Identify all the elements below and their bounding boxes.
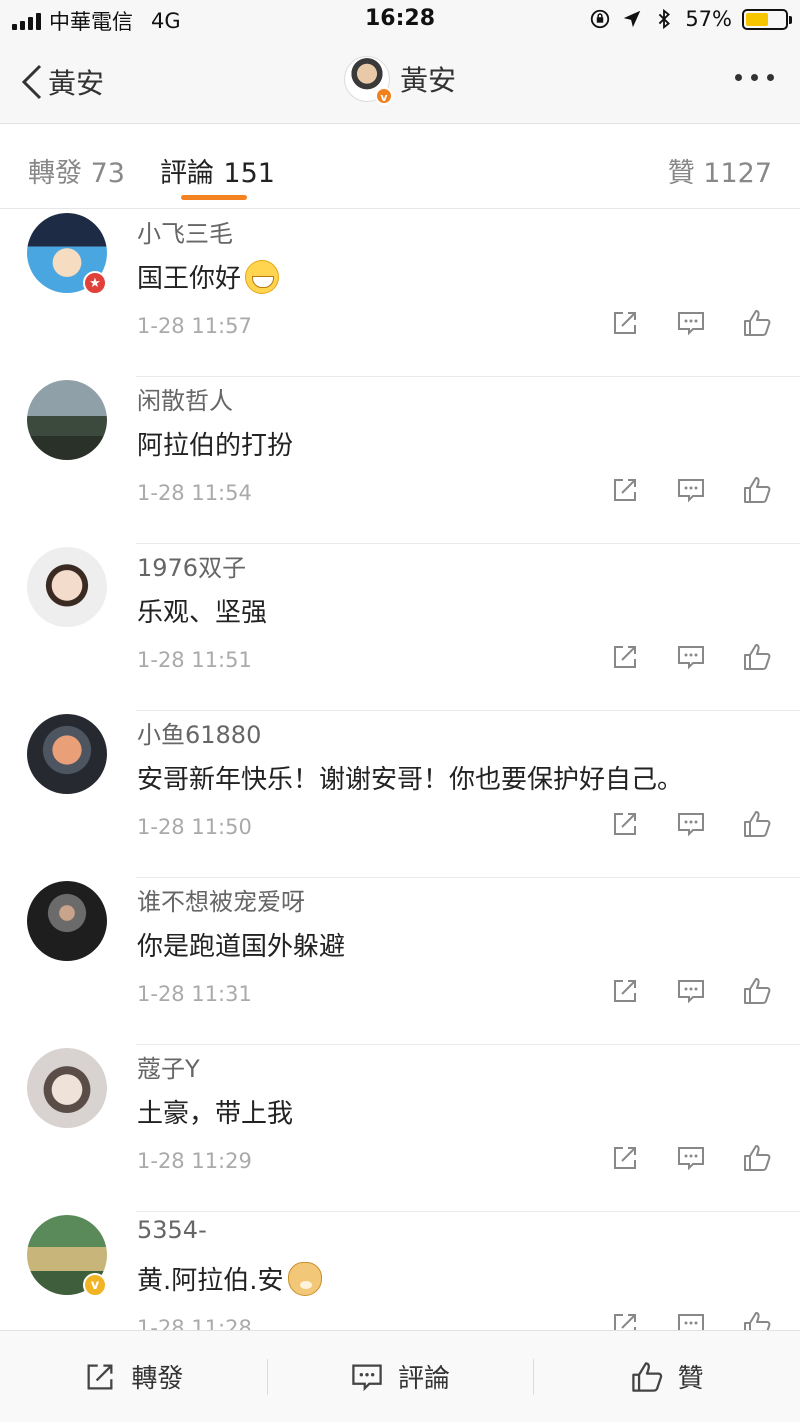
tab-reposts[interactable]: 轉發 73 bbox=[28, 151, 125, 190]
comment-username[interactable]: 小飞三毛 bbox=[137, 214, 233, 249]
bluetooth-icon bbox=[659, 8, 671, 30]
comment-label: 評論 bbox=[398, 1364, 451, 1394]
nav-bar: 黃安 v 黃安 bbox=[0, 40, 800, 124]
reply-icon[interactable] bbox=[676, 976, 706, 1006]
reply-icon[interactable] bbox=[676, 308, 706, 338]
tab-comments-label: 評論 bbox=[160, 158, 214, 189]
comment-text: 土豪，带上我 bbox=[137, 1099, 294, 1129]
user-avatar[interactable]: ★ bbox=[27, 213, 107, 295]
comment-username[interactable]: 5354- bbox=[137, 1216, 207, 1244]
doge-emoji-icon bbox=[287, 1261, 322, 1296]
reply-icon[interactable] bbox=[676, 1310, 706, 1330]
repost-icon[interactable] bbox=[610, 809, 640, 839]
comment-item: 1976双子 乐观、坚强 1-28 11:51 bbox=[0, 544, 800, 711]
comment-text: 阿拉伯的打扮 bbox=[137, 431, 294, 461]
comment-text: 国王你好 bbox=[137, 264, 242, 294]
like-button[interactable]: 贊 bbox=[533, 1331, 800, 1422]
comment-icon bbox=[352, 1364, 382, 1391]
verified-icon: v bbox=[83, 1273, 107, 1297]
page-title: 黃安 bbox=[399, 64, 456, 97]
like-icon[interactable] bbox=[742, 976, 772, 1006]
user-avatar[interactable] bbox=[27, 881, 107, 961]
comment-text: 乐观、坚强 bbox=[137, 598, 268, 628]
like-icon[interactable] bbox=[742, 1310, 772, 1330]
repost-label: 轉發 bbox=[131, 1364, 184, 1394]
comment-time: 1-28 11:50 bbox=[137, 815, 252, 839]
comment-text: 安哥新年快乐！谢谢安哥！你也要保护好自己。 bbox=[137, 765, 684, 795]
repost-icon[interactable] bbox=[610, 308, 640, 338]
user-avatar[interactable] bbox=[27, 547, 107, 627]
battery-icon bbox=[742, 8, 792, 30]
member-badge-icon: ★ bbox=[83, 271, 107, 295]
comment-item: ★ 小飞三毛 国王你好 1-28 11:57 bbox=[0, 210, 800, 377]
tab-bar: 轉發 73 評論 151 贊 1127 bbox=[0, 125, 800, 209]
tab-comments[interactable]: 評論 151 bbox=[160, 151, 275, 190]
more-options-icon[interactable] bbox=[735, 74, 774, 81]
user-avatar[interactable]: v bbox=[27, 1215, 107, 1297]
repost-icon[interactable] bbox=[610, 1310, 640, 1330]
reply-icon[interactable] bbox=[676, 809, 706, 839]
verified-icon: v bbox=[374, 87, 393, 105]
repost-icon bbox=[87, 1364, 113, 1389]
status-bar: 中華電信 4G 16:28 57% bbox=[0, 0, 800, 40]
like-icon[interactable] bbox=[742, 642, 772, 672]
repost-icon[interactable] bbox=[610, 475, 640, 505]
like-icon bbox=[631, 1361, 662, 1392]
grin-emoji-icon bbox=[245, 259, 280, 294]
comment-item: 小鱼61880 安哥新年快乐！谢谢安哥！你也要保护好自己。 1-28 11:50 bbox=[0, 711, 800, 878]
like-icon[interactable] bbox=[742, 1143, 772, 1173]
reply-icon[interactable] bbox=[676, 475, 706, 505]
user-avatar[interactable] bbox=[27, 380, 107, 460]
battery-percent: 57% bbox=[685, 7, 732, 31]
comment-list[interactable]: ★ 小飞三毛 国王你好 1-28 11:57 闲散哲人 阿拉伯的打扮 1-28 … bbox=[0, 210, 800, 1330]
comment-item: v 5354- 黄.阿拉伯.安 1-28 11:28 bbox=[0, 1212, 800, 1330]
like-icon[interactable] bbox=[742, 308, 772, 338]
active-tab-indicator bbox=[181, 195, 247, 200]
like-icon[interactable] bbox=[742, 809, 772, 839]
reply-icon[interactable] bbox=[676, 642, 706, 672]
comment-username[interactable]: 1976双子 bbox=[137, 548, 246, 583]
comment-text: 黄.阿拉伯.安 bbox=[137, 1266, 284, 1296]
comment-button[interactable]: 評論 bbox=[266, 1331, 534, 1422]
bottom-action-bar: 轉發 評論 贊 bbox=[0, 1330, 800, 1422]
tab-comments-count: 151 bbox=[223, 158, 275, 189]
comment-username[interactable]: 小鱼61880 bbox=[137, 715, 261, 750]
comment-username[interactable]: 蔻子Y bbox=[137, 1049, 200, 1084]
comment-time: 1-28 11:31 bbox=[137, 982, 252, 1006]
tab-likes-label: 贊 bbox=[667, 158, 695, 189]
like-icon[interactable] bbox=[742, 475, 772, 505]
comment-username[interactable]: 闲散哲人 bbox=[137, 381, 233, 416]
tab-reposts-count: 73 bbox=[90, 158, 125, 189]
comment-time: 1-28 11:57 bbox=[137, 314, 252, 338]
tab-likes[interactable]: 贊 1127 bbox=[668, 151, 772, 190]
comment-text: 你是跑道国外躲避 bbox=[137, 932, 346, 962]
comment-username[interactable]: 谁不想被宠爱呀 bbox=[137, 882, 305, 917]
comment-item: 闲散哲人 阿拉伯的打扮 1-28 11:54 bbox=[0, 377, 800, 544]
repost-icon[interactable] bbox=[610, 642, 640, 672]
repost-icon[interactable] bbox=[610, 976, 640, 1006]
user-avatar[interactable] bbox=[27, 1048, 107, 1128]
user-avatar[interactable] bbox=[27, 714, 107, 794]
tab-likes-count: 1127 bbox=[703, 158, 772, 189]
comment-item: 谁不想被宠爱呀 你是跑道国外躲避 1-28 11:31 bbox=[0, 878, 800, 1045]
author-avatar[interactable]: v bbox=[343, 56, 393, 105]
comment-time: 1-28 11:29 bbox=[137, 1149, 252, 1173]
rotation-lock-icon bbox=[591, 9, 610, 29]
comment-item: 蔻子Y 土豪，带上我 1-28 11:29 bbox=[0, 1045, 800, 1212]
like-label: 贊 bbox=[677, 1364, 704, 1394]
comment-time: 1-28 11:51 bbox=[137, 648, 252, 672]
repost-button[interactable]: 轉發 bbox=[0, 1331, 267, 1422]
comment-time: 1-28 11:54 bbox=[137, 481, 252, 505]
location-icon bbox=[624, 10, 641, 28]
tab-reposts-label: 轉發 bbox=[28, 158, 82, 189]
repost-icon[interactable] bbox=[610, 1143, 640, 1173]
comment-time: 1-28 11:28 bbox=[137, 1316, 252, 1330]
reply-icon[interactable] bbox=[676, 1143, 706, 1173]
